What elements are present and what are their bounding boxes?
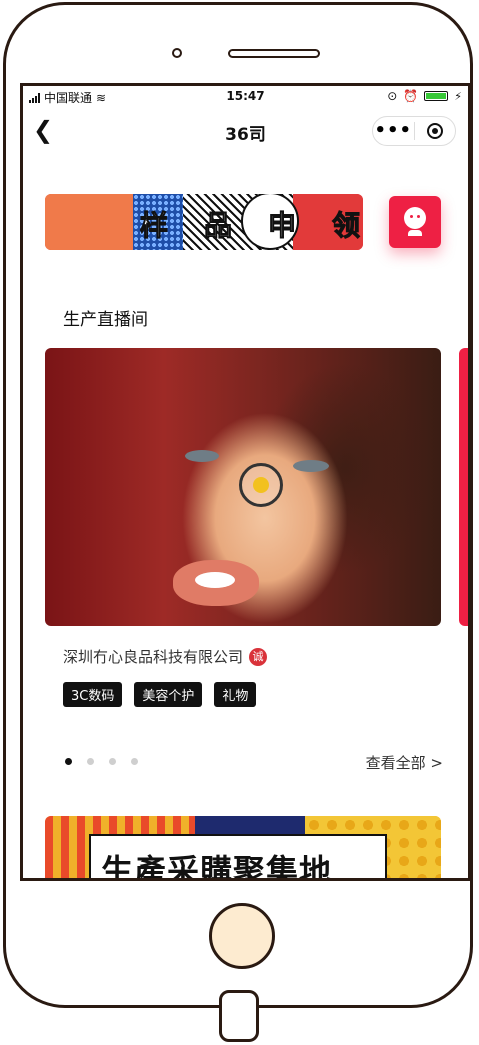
verified-badge-icon: 诚 xyxy=(249,647,268,666)
carousel-dot[interactable] xyxy=(109,758,116,765)
carousel-dot[interactable] xyxy=(87,758,94,765)
banner-char: 申 xyxy=(267,209,296,243)
banner-char: 领 xyxy=(331,209,360,243)
mini-program-capsule: ••• xyxy=(372,116,456,146)
live-stream-thumbnail[interactable] xyxy=(45,348,441,626)
next-card-peek[interactable] xyxy=(459,348,468,626)
alarm-icon: ⏰ xyxy=(403,89,419,103)
target-icon xyxy=(426,123,443,139)
more-menu-button[interactable]: ••• xyxy=(373,117,414,145)
carousel-dot[interactable] xyxy=(131,758,138,765)
banner-char: 样 xyxy=(139,209,169,243)
model-eye-right xyxy=(293,460,329,472)
sourcing-hub-banner[interactable]: 生產采購聚集地 xyxy=(45,816,441,881)
bottom-banner-text: 生產采購聚集地 xyxy=(101,852,333,881)
charging-connector xyxy=(219,990,259,1042)
carousel-indicator xyxy=(65,758,138,765)
charging-icon: ⚡ xyxy=(454,89,462,103)
company-row: 深圳冇心良品科技有限公司 诚 xyxy=(63,646,268,667)
comic-face-illustration xyxy=(45,194,133,250)
category-tag[interactable]: 美容个护 xyxy=(134,682,203,707)
battery-icon xyxy=(424,91,449,101)
customer-service-button[interactable] xyxy=(389,196,441,248)
lock-rotation-icon: ⊙ xyxy=(387,89,398,103)
battery-fill xyxy=(426,93,447,99)
app-screen: 中国联通 ≋ 15:47 ⊙ ⏰ ⚡ ❮ 36司 ••• 样 品 申 领 生产直… xyxy=(20,83,471,881)
banner-characters: 样 品 申 领 xyxy=(139,204,360,244)
robot-icon xyxy=(404,207,426,229)
status-bar: 中国联通 ≋ 15:47 ⊙ ⏰ ⚡ xyxy=(23,86,468,108)
model-lips xyxy=(173,560,259,606)
robot-body xyxy=(408,230,422,236)
banner-char: 品 xyxy=(203,209,232,243)
play-icon[interactable] xyxy=(239,463,283,507)
category-tag[interactable]: 3C数码 xyxy=(63,682,123,707)
nav-bar: ❮ 36司 ••• xyxy=(23,108,468,154)
phone-frame: 中国联通 ≋ 15:47 ⊙ ⏰ ⚡ ❮ 36司 ••• 样 品 申 领 生产直… xyxy=(3,2,473,1008)
home-button[interactable] xyxy=(209,903,275,969)
camera-icon xyxy=(172,48,182,58)
category-tag[interactable]: 礼物 xyxy=(214,682,257,707)
section-title: 生产直播间 xyxy=(63,310,148,330)
view-all-link[interactable]: 查看全部 > xyxy=(366,752,443,773)
carousel-dot[interactable] xyxy=(65,758,72,765)
sample-request-banner[interactable]: 样 品 申 领 xyxy=(45,194,363,250)
company-name: 深圳冇心良品科技有限公司 xyxy=(63,648,244,666)
speaker-grille xyxy=(228,49,320,58)
model-eye-left xyxy=(185,450,219,462)
category-tags: 3C数码 美容个护 礼物 xyxy=(63,682,257,707)
close-mini-program-button[interactable] xyxy=(414,123,455,139)
